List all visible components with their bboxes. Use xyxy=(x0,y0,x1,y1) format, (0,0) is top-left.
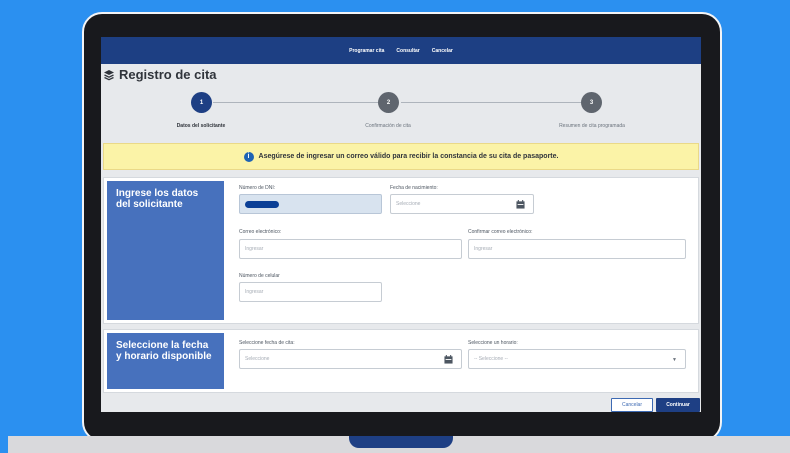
nav-programar-cita[interactable]: Programar cita xyxy=(349,48,384,54)
step-1-label: Datos del solicitante xyxy=(176,123,226,129)
continue-button[interactable]: Continuar xyxy=(656,398,700,412)
applicant-section-heading: Ingrese los datos del solicitante xyxy=(107,181,224,320)
email-confirm-label: Confirmar correo electrónico: xyxy=(468,229,533,235)
step-2-circle: 2 xyxy=(378,92,399,113)
chevron-down-icon: ▼ xyxy=(672,357,677,363)
progress-stepper: 1 2 3 Datos del solicitante Confirmación… xyxy=(101,90,701,135)
step-3-label: Resumen de cita programada xyxy=(559,123,625,129)
email-label: Correo electrónico: xyxy=(239,229,282,235)
browser-screen: Programar cita Consultar Cancelar Regist… xyxy=(101,37,701,412)
laptop-notch xyxy=(349,436,453,448)
calendar-icon[interactable] xyxy=(516,200,525,209)
time-label: Seleccione un horario: xyxy=(468,340,518,346)
appointment-date-field[interactable]: Seleccione xyxy=(239,349,462,369)
schedule-section-heading: Seleccione la fecha y horario disponible xyxy=(107,333,224,389)
email-notice-banner: i Asegúrese de ingresar un correo válido… xyxy=(103,143,699,170)
calendar-icon[interactable] xyxy=(444,355,453,364)
cancel-button[interactable]: Cancelar xyxy=(611,398,653,412)
phone-field[interactable]: Ingresar xyxy=(239,282,382,302)
birthdate-placeholder: Seleccione xyxy=(396,201,421,207)
email-confirm-field[interactable]: Ingresar xyxy=(468,239,686,259)
step-connector xyxy=(213,102,378,103)
nav-consultar[interactable]: Consultar xyxy=(396,48,419,54)
email-field[interactable]: Ingresar xyxy=(239,239,462,259)
phone-label: Número de celular xyxy=(239,273,280,279)
dni-label: Número de DNI: xyxy=(239,185,276,191)
email-placeholder: Ingresar xyxy=(245,246,264,252)
phone-placeholder: Ingresar xyxy=(245,289,264,295)
applicant-data-card: Ingrese los datos del solicitante Número… xyxy=(103,177,699,324)
step-2-label: Confirmación de cita xyxy=(365,123,411,129)
birthdate-label: Fecha de nacimiento: xyxy=(390,185,438,191)
dni-field[interactable] xyxy=(239,194,382,214)
info-icon: i xyxy=(243,151,254,162)
date-label: Seleccione fecha de cita: xyxy=(239,340,295,346)
nav-cancelar[interactable]: Cancelar xyxy=(432,48,453,54)
birthdate-field[interactable]: Seleccione xyxy=(390,194,534,214)
step-1-circle: 1 xyxy=(191,92,212,113)
page-title-text: Registro de cita xyxy=(119,67,217,82)
top-navigation: Programar cita Consultar Cancelar xyxy=(101,37,701,64)
date-placeholder: Seleccione xyxy=(245,356,270,362)
notice-text: Asegúrese de ingresar un correo válido p… xyxy=(258,153,559,160)
layers-icon xyxy=(104,69,114,80)
step-connector xyxy=(401,102,581,103)
step-3-circle: 3 xyxy=(581,92,602,113)
time-select[interactable]: -- Seleccione -- ▼ xyxy=(468,349,686,369)
time-placeholder: -- Seleccione -- xyxy=(474,356,508,362)
schedule-card: Seleccione la fecha y horario disponible… xyxy=(103,329,699,393)
page-title: Registro de cita xyxy=(103,67,217,82)
email-confirm-placeholder: Ingresar xyxy=(474,246,493,252)
redacted-dni-value xyxy=(245,200,279,208)
